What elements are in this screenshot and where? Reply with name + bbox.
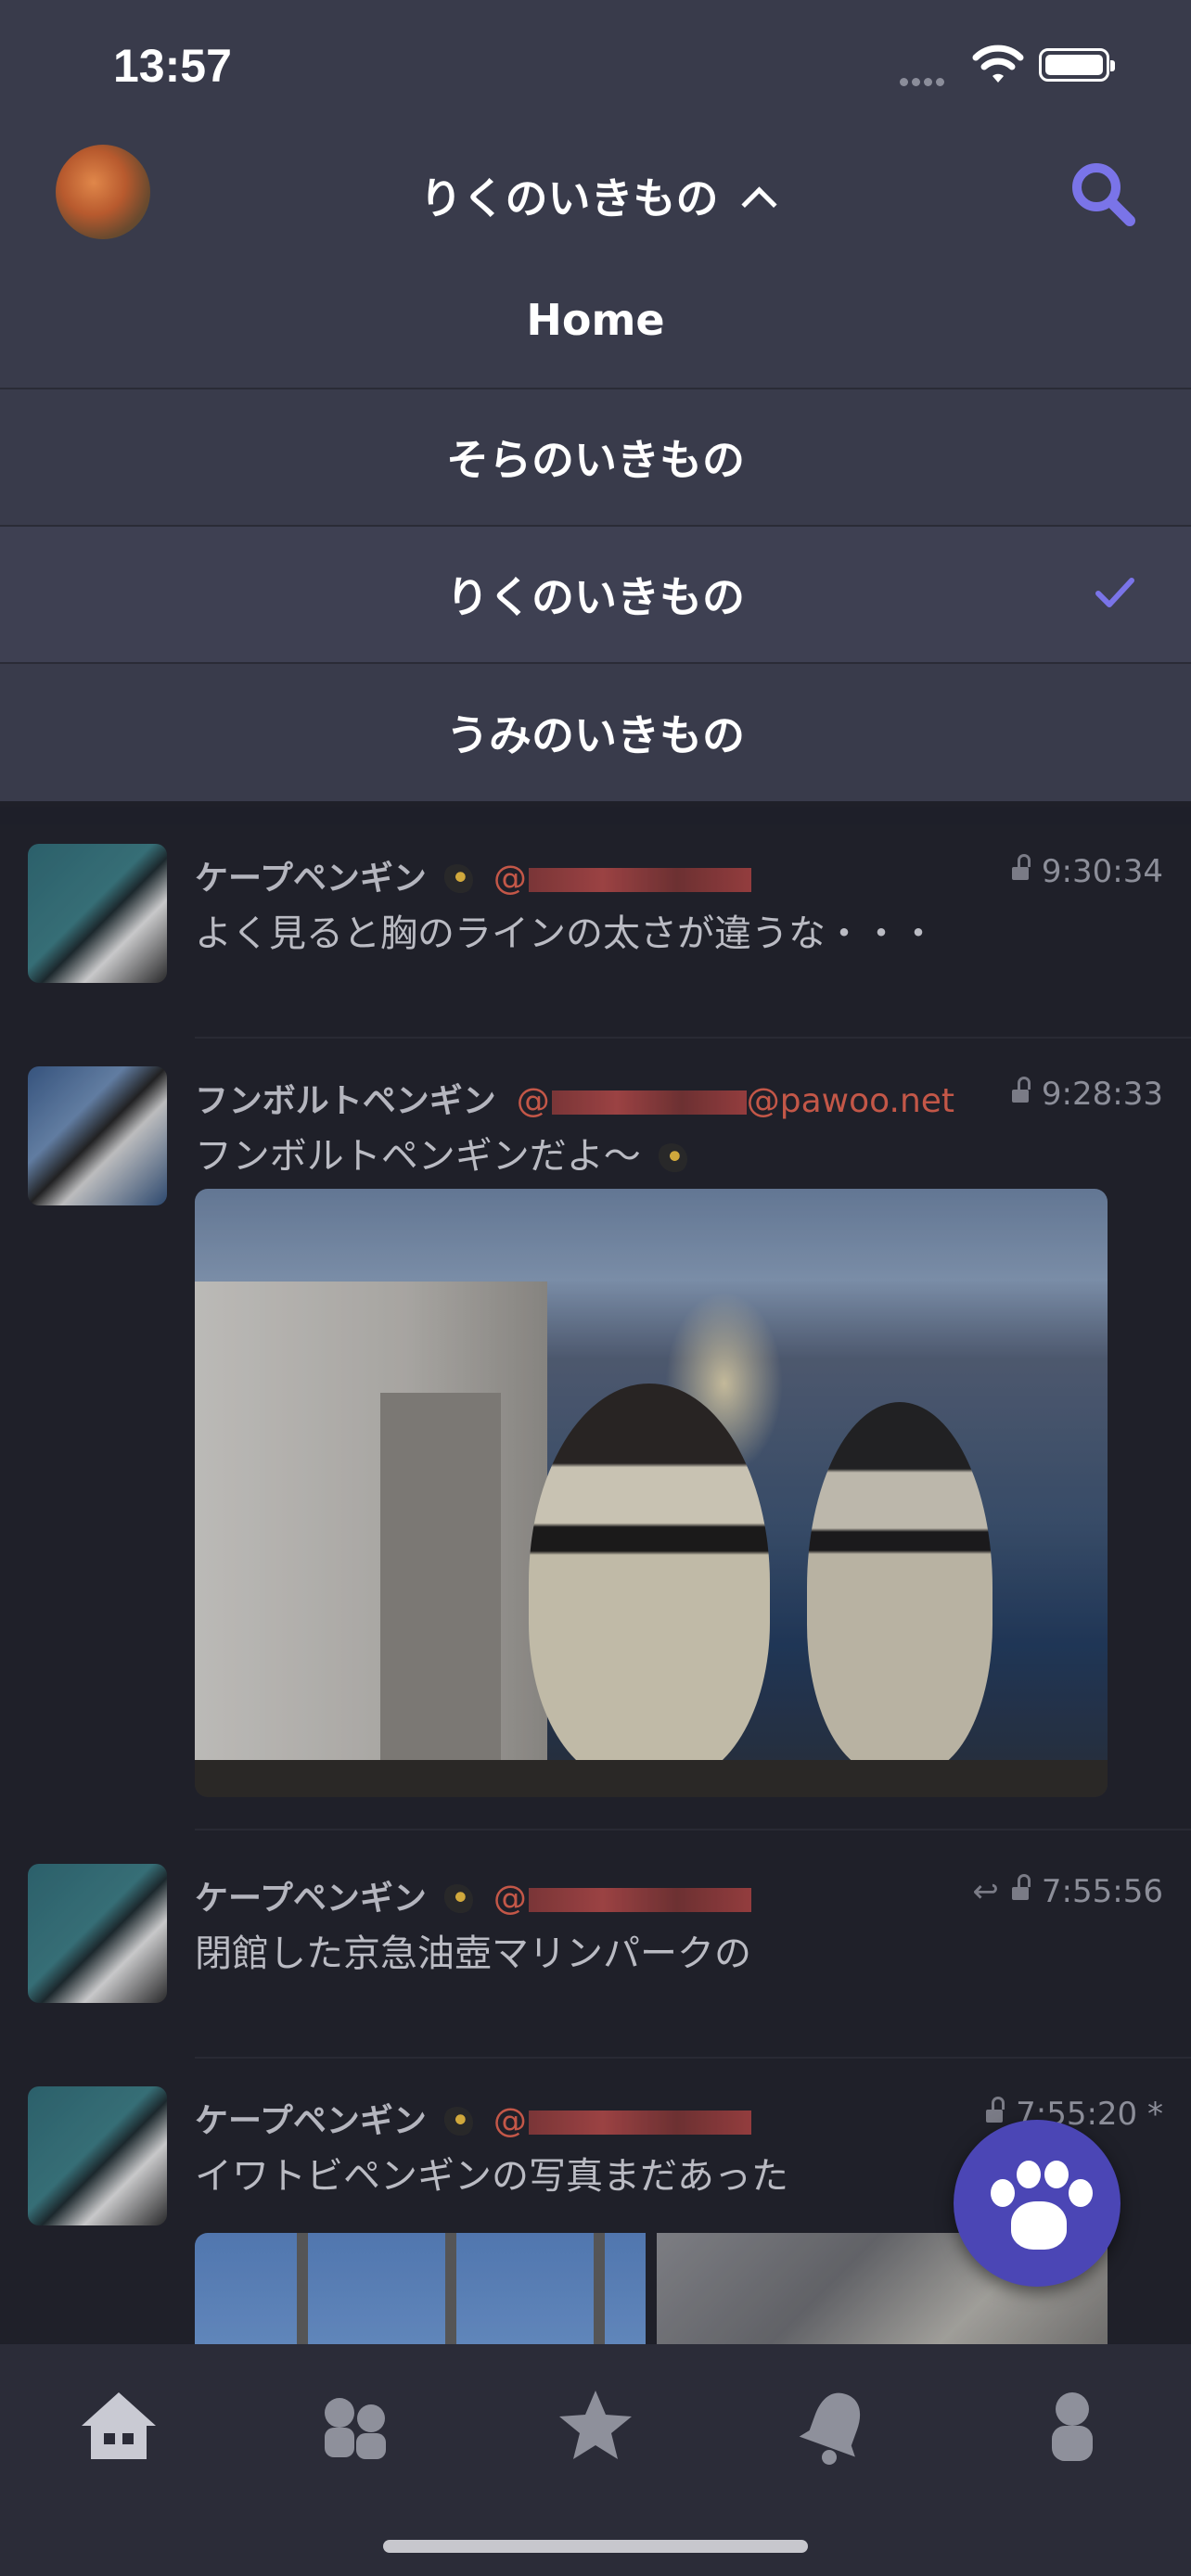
- post-account: @: [493, 1880, 751, 1918]
- post-display-name: ケープペンギン: [195, 860, 427, 898]
- post-text: よく見ると胸のラインの太さが違うな・・・: [195, 912, 937, 955]
- post-display-name: ケープペンギン: [195, 1880, 427, 1918]
- penguin-emoji-icon: [441, 1884, 473, 1916]
- battery-icon: [1039, 48, 1115, 82]
- chevron-up-icon: [740, 186, 777, 223]
- post-account: @: [493, 2102, 751, 2140]
- timeline-menu: Home そらのいきもの りくのいきもの うみのいきもの: [0, 252, 1191, 801]
- post-display-name: ケープペンギン: [195, 2102, 427, 2140]
- unlock-icon: [1011, 854, 1031, 880]
- post-image[interactable]: [195, 1189, 1108, 1797]
- penguin-emoji-icon: [655, 1143, 687, 1175]
- post-avatar[interactable]: [28, 1066, 167, 1205]
- compose-button[interactable]: [954, 2120, 1121, 2287]
- menu-item-sky[interactable]: そらのいきもの: [0, 389, 1191, 527]
- menu-item-land[interactable]: りくのいきもの: [0, 527, 1191, 664]
- timeline-switcher[interactable]: りくのいきもの: [0, 165, 1191, 226]
- reply-icon: ↩: [972, 1873, 999, 1910]
- post-display-name: フンボルトペンギン: [195, 1082, 496, 1120]
- post-text: 閉館した京急油壺マリンパークの: [195, 1932, 751, 1975]
- star-icon[interactable]: [551, 2381, 640, 2470]
- checkmark-icon: [1095, 578, 1134, 607]
- penguin-emoji-icon: [441, 2107, 473, 2138]
- menu-item-home[interactable]: Home: [0, 252, 1191, 389]
- page-title: りくのいきもの: [419, 173, 719, 223]
- menu-item-sea[interactable]: うみのいきもの: [0, 664, 1191, 801]
- post-text: イワトビペンギンの写真まだあった: [195, 2155, 788, 2198]
- unlock-icon: [986, 2097, 1005, 2123]
- divider: [195, 1829, 1191, 1830]
- signal-icon: [900, 72, 955, 86]
- people-icon[interactable]: [312, 2381, 401, 2470]
- post-avatar[interactable]: [28, 1864, 167, 2003]
- home-icon[interactable]: [74, 2381, 163, 2470]
- timeline-feed: ケープペンギン @ 9:30:34 よく見ると胸のラインの太さが違うな・・・ フン…: [0, 807, 1191, 2344]
- search-icon[interactable]: [1067, 158, 1141, 232]
- wifi-icon: [972, 45, 1024, 83]
- divider: [195, 2057, 1191, 2059]
- unlock-icon: [1011, 1077, 1031, 1103]
- unlock-icon: [1011, 1874, 1031, 1900]
- divider: [195, 1037, 1191, 1039]
- post-account: @: [493, 860, 751, 898]
- penguin-emoji-icon: [441, 864, 473, 896]
- post-avatar[interactable]: [28, 2086, 167, 2225]
- post-image[interactable]: [195, 2233, 646, 2344]
- post-time: 9:28:33: [1041, 1076, 1163, 1113]
- status-bar: 13:57: [0, 0, 1191, 139]
- home-indicator: [383, 2540, 808, 2553]
- post-time: 7:55:56: [1041, 1873, 1163, 1910]
- post-text: フンボルトペンギンだよ〜: [195, 1135, 641, 1178]
- post-account: @ @pawoo.net: [516, 1082, 955, 1120]
- nav-bar: りくのいきもの: [0, 139, 1191, 254]
- status-time: 13:57: [113, 40, 232, 92]
- post-avatar[interactable]: [28, 844, 167, 983]
- bell-icon[interactable]: [790, 2381, 879, 2470]
- person-icon[interactable]: [1028, 2381, 1117, 2470]
- post-time: 9:30:34: [1041, 853, 1163, 890]
